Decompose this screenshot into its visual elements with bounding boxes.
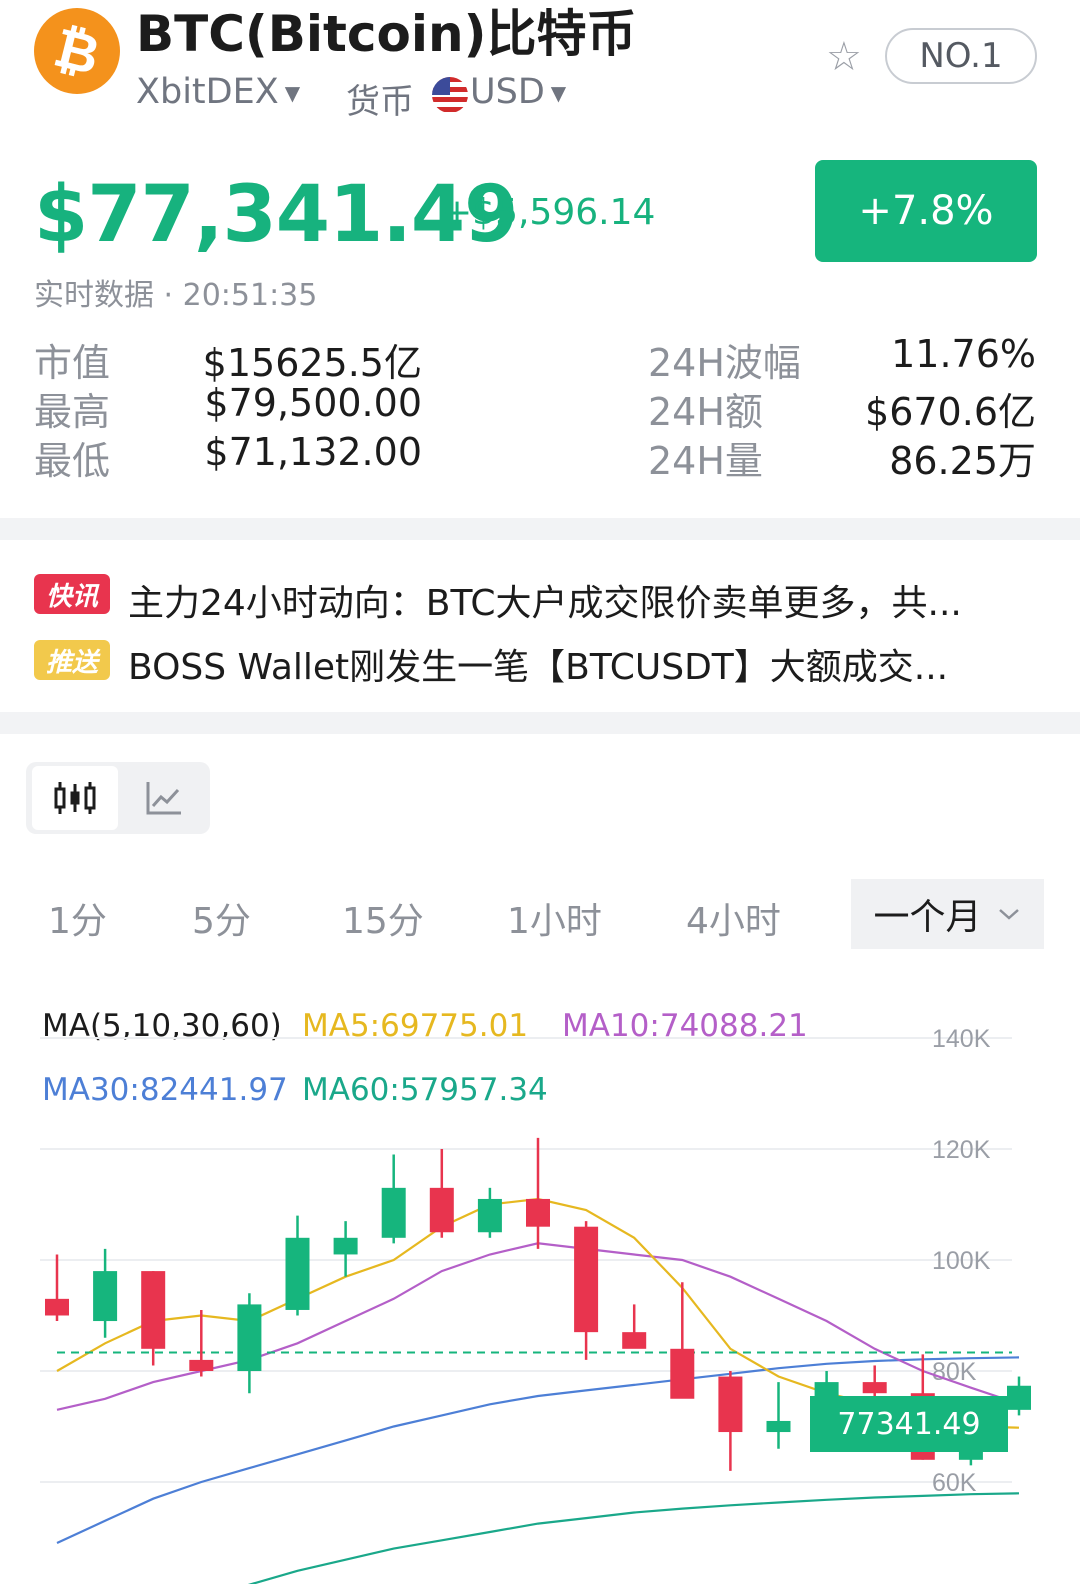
candle-down [670,1348,695,1399]
chevron-down-icon [998,909,1019,920]
y-axis-tick-label: 60K [932,1469,977,1497]
candle-down [429,1187,454,1233]
candle-down [862,1382,887,1394]
candle-up [766,1420,791,1433]
stat-label-high: 最高 [34,390,111,434]
stat-label-24h-amount: 24H额 [648,390,763,434]
candle-down [622,1332,647,1349]
period-tab-1h[interactable]: 1小时 [507,892,602,944]
candle-down [718,1376,743,1433]
candle-down [189,1359,214,1371]
period-tab-1m[interactable]: 1分 [48,892,107,944]
coin-title: BTC(Bitcoin)比特币 [136,5,637,63]
line-chart-icon[interactable] [124,766,204,830]
ma60-line [247,1492,1020,1584]
stat-label-24h-volume: 24H量 [648,439,763,483]
news-item-push[interactable]: BOSS Wallet刚发生一笔【BTCUSDT】大额成交... [128,638,1038,690]
stat-value-24h-volume: 86.25万 [889,439,1036,483]
price-change: +$5,596.14 [442,192,656,233]
candlestick-chart[interactable]: 140K120K100K80K60K [0,980,1080,1584]
section-divider [0,712,1080,734]
candle-up [477,1198,502,1233]
candle-down [45,1298,69,1316]
news-tag-push: 推送 [34,640,110,680]
candle-down [526,1198,550,1227]
exchange-label: XbitDEX [136,72,279,112]
stat-value-24h-range: 11.76% [891,332,1036,376]
star-icon[interactable]: ☆ [826,34,862,80]
candle-up [285,1237,310,1310]
us-flag-icon [432,77,468,113]
y-axis-tick-label: 100K [932,1247,991,1275]
bitcoin-logo: ₿ [34,8,120,94]
stat-label-low: 最低 [34,439,111,483]
candle-up [237,1304,262,1371]
stat-value-high: $79,500.00 [204,381,422,425]
candlestick-icon[interactable] [32,766,118,830]
stat-value-24h-amount: $670.6亿 [865,390,1036,434]
realtime-timestamp: 实时数据 · 20:51:35 [34,278,318,313]
period-tab-5m[interactable]: 5分 [192,892,251,944]
candle-up [333,1237,358,1255]
candle-down [141,1271,166,1349]
period-selected-label: 一个月 [873,897,982,938]
exchange-selector[interactable]: XbitDEX ▼ [136,72,300,112]
caret-down-icon: ▼ [284,81,301,105]
stat-label-24h-range: 24H波幅 [648,341,801,385]
currency-selector[interactable]: USD ▼ [470,72,566,112]
period-tab-4h[interactable]: 4小时 [686,892,781,944]
rank-badge: NO.1 [885,28,1037,84]
stat-value-low: $71,132.00 [204,430,422,474]
stat-label-market-cap: 市值 [34,341,111,385]
news-tag-flash: 快讯 [34,574,110,614]
candle-down [574,1226,599,1333]
current-price-tag: 77341.49 [810,1396,1008,1452]
candle-up [381,1187,406,1238]
period-dropdown[interactable]: 一个月 [851,879,1044,949]
candle-up [93,1271,118,1322]
news-item-flash[interactable]: 主力24小时动向：BTC大户成交限价卖单更多，共... [128,574,1038,626]
y-axis-tick-label: 120K [932,1136,991,1164]
caret-down-icon: ▼ [550,81,567,105]
change-percent-button[interactable]: +7.8% [815,160,1037,262]
y-axis-tick-label: 140K [932,1025,991,1053]
period-tab-15m[interactable]: 15分 [342,892,424,944]
candle-up [1007,1385,1031,1410]
currency-value: USD [470,72,545,112]
stat-value-market-cap: $15625.5亿 [202,341,422,385]
currency-label: 货币 [346,82,414,122]
section-divider [0,518,1080,540]
